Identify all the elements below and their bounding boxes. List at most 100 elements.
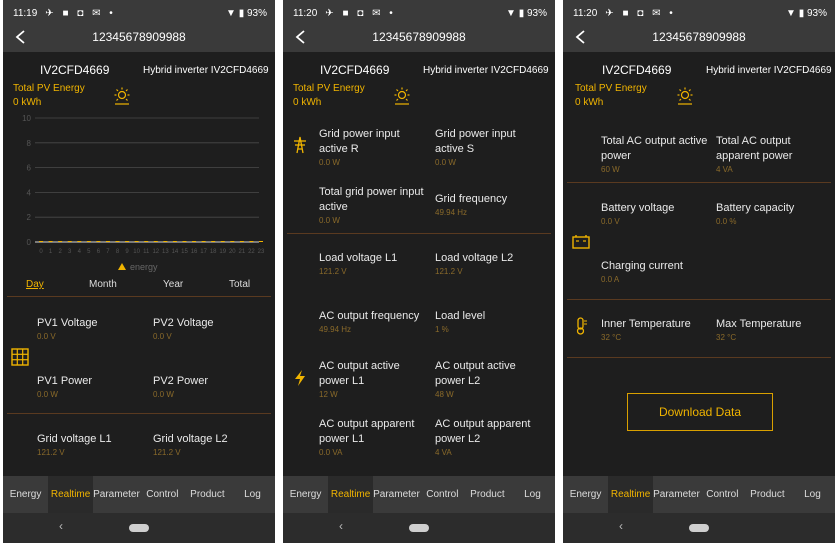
tab-realtime[interactable]: Realtime (48, 476, 94, 513)
energy-chart: 0246810 0 1 2 3 4 5 6 7 8 9 10 11 12 13 14 15 16 17 18 19 20… (22, 114, 265, 272)
tab-product[interactable]: Product (465, 476, 510, 513)
x-tick-label: 1 (49, 249, 53, 255)
total-ac-active-label-1: Total AC output active (601, 135, 708, 147)
x-tick-label: 9 (125, 249, 129, 255)
total-grid-power-value: 0.0 W (319, 216, 340, 225)
pv1-voltage-value: 0.0 V (37, 332, 56, 341)
back-arrow-icon[interactable] (11, 26, 31, 48)
tab-parameter[interactable]: Parameter (93, 476, 140, 513)
tab-product[interactable]: Product (745, 476, 790, 513)
tab-control[interactable]: Control (700, 476, 745, 513)
tab-energy[interactable]: Energy (3, 476, 48, 513)
nav-home-pill[interactable] (689, 524, 709, 532)
tab-log[interactable]: Log (510, 476, 555, 513)
tab-realtime[interactable]: Realtime (608, 476, 654, 513)
battery-percent: 93% (246, 8, 267, 19)
x-tick-label: 23 (258, 249, 265, 255)
legend-marker (118, 263, 126, 270)
y-tick-label: 0 (27, 238, 32, 247)
download-data-button[interactable]: Download Data (627, 393, 773, 431)
ac-apparent-l2-value: 4 VA (435, 448, 452, 457)
divider (7, 296, 271, 297)
status-time: 11:19 (13, 8, 38, 19)
pv1-power-value: 0.0 W (37, 390, 58, 399)
tab-parameter[interactable]: Parameter (373, 476, 420, 513)
status-bar: 11:20 ✈ ■ ◘ ✉ • ▼ ▮ 93% (283, 0, 555, 22)
chart-bar (39, 241, 43, 242)
total-grid-power-label-1: Total grid power input (319, 186, 424, 198)
total-ac-apparent-value: 4 VA (716, 165, 733, 174)
inner-temperature-label: Inner Temperature (601, 318, 691, 330)
nav-back-icon[interactable]: ‹ (619, 519, 623, 533)
chart-bar (58, 241, 63, 242)
thermometer-icon (576, 317, 587, 335)
total-pv-energy-label: Total PV Energy (575, 83, 647, 94)
chart-bar (192, 241, 197, 242)
x-tick-label: 12 (152, 249, 159, 255)
tab-log[interactable]: Log (230, 476, 275, 513)
pv2-power-label: PV2 Power (153, 375, 209, 387)
grid-power-r-value: 0.0 W (319, 158, 340, 167)
ac-active-l1-value: 12 W (319, 390, 338, 399)
total-grid-power-label-2: active (319, 201, 348, 213)
back-arrow-icon[interactable] (291, 26, 311, 48)
tab-parameter[interactable]: Parameter (653, 476, 700, 513)
grid-power-s-value: 0.0 W (435, 158, 456, 167)
x-tick-label: 3 (68, 249, 72, 255)
ac-active-l1-label-2: power L1 (319, 375, 365, 387)
chart-bar (48, 241, 53, 242)
chart-bar (211, 241, 216, 242)
device-model: Hybrid inverter IV2CFD4669 (143, 65, 269, 76)
charging-current-label: Charging current (601, 260, 683, 272)
y-tick-label: 8 (27, 139, 32, 148)
device-model: Hybrid inverter IV2CFD4669 (706, 65, 832, 76)
nav-back-icon[interactable]: ‹ (339, 519, 343, 533)
chart-bar (86, 241, 91, 242)
nav-home-pill[interactable] (129, 524, 149, 532)
battery-indicator: ▼ ▮ 93% (506, 8, 547, 19)
device-serial: 12345678909988 (92, 30, 186, 44)
chart-bar (125, 241, 130, 242)
y-tick-label: 10 (22, 114, 31, 123)
device-header: IV2CFD4669 Hybrid inverter IV2CFD4669 To… (283, 56, 555, 111)
nav-home-pill[interactable] (409, 524, 429, 532)
battery-percent: 93% (526, 8, 547, 19)
load-voltage-l2-value: 121.2 V (435, 267, 463, 276)
notification-icons: ✈ ■ ◘ ✉ • (45, 8, 116, 19)
divider (567, 299, 831, 300)
device-name: IV2CFD4669 (40, 63, 110, 77)
period-tab-day[interactable]: Day (26, 279, 44, 290)
status-bar: 11:20 ✈ ■ ◘ ✉ • ▼ ▮ 93% (563, 0, 835, 22)
ac-apparent-l1-value: 0.0 VA (319, 448, 343, 457)
tab-realtime[interactable]: Realtime (328, 476, 374, 513)
nav-back-icon[interactable]: ‹ (59, 519, 63, 533)
system-nav-bar: ‹ (563, 513, 835, 543)
y-tick-label: 6 (27, 164, 32, 173)
chart-bar (67, 241, 72, 242)
chart-bar (105, 241, 110, 242)
tab-log[interactable]: Log (790, 476, 835, 513)
x-tick-label: 6 (97, 249, 101, 255)
period-tab-year[interactable]: Year (163, 279, 183, 290)
x-tick-label: 0 (39, 249, 43, 255)
inner-temperature-value: 32 °C (601, 333, 622, 342)
max-temperature-value: 32 °C (716, 333, 737, 342)
load-voltage-l1-label: Load voltage L1 (319, 252, 398, 264)
battery-indicator: ▼ ▮ 93% (226, 8, 267, 19)
pv2-voltage-label: PV2 Voltage (153, 317, 214, 329)
back-arrow-icon[interactable] (571, 26, 591, 48)
tab-control[interactable]: Control (420, 476, 465, 513)
sun-icon (114, 87, 130, 105)
tab-energy[interactable]: Energy (563, 476, 608, 513)
chart-bar (182, 241, 187, 242)
tab-energy[interactable]: Energy (283, 476, 328, 513)
load-voltage-l2-label: Load voltage L2 (435, 252, 514, 264)
x-tick-label: 7 (106, 249, 110, 255)
period-tab-total[interactable]: Total (229, 279, 250, 290)
battery-voltage-label: Battery voltage (601, 202, 675, 214)
x-tick-label: 15 (181, 249, 188, 255)
tab-product[interactable]: Product (185, 476, 230, 513)
device-serial: 12345678909988 (652, 30, 746, 44)
tab-control[interactable]: Control (140, 476, 185, 513)
period-tab-month[interactable]: Month (89, 279, 117, 290)
